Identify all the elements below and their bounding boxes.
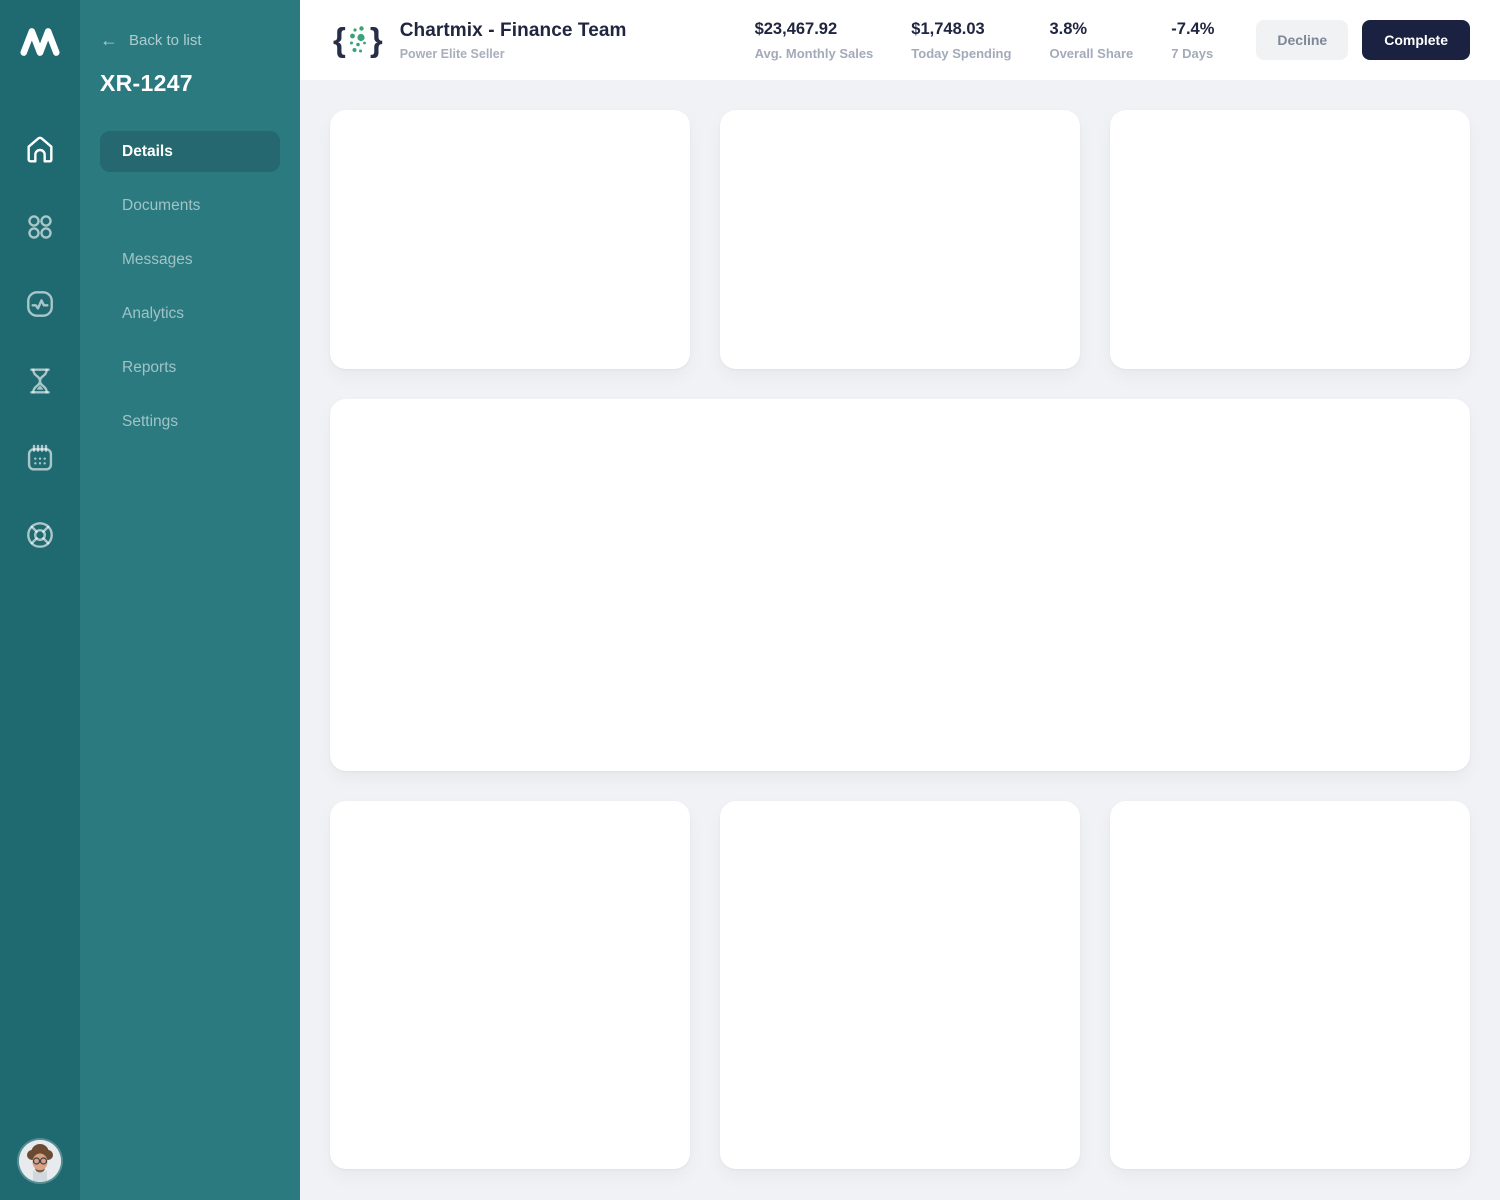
record-id: XR-1247 <box>100 70 193 96</box>
back-to-list-label: Back to list <box>129 31 202 49</box>
stat-value: $23,467.92 <box>754 19 838 38</box>
sidebar-item-settings[interactable]: Settings <box>100 401 280 442</box>
placeholder-card-1 <box>330 110 690 369</box>
sidebar-nav: Details Documents Messages Analytics Rep… <box>100 131 280 455</box>
green-dots-icon <box>349 26 366 53</box>
apps-grid-icon[interactable] <box>24 211 56 243</box>
stat-value: $1,748.03 <box>911 19 985 38</box>
sidebar-item-analytics[interactable]: Analytics <box>100 293 280 334</box>
calendar-icon[interactable] <box>24 442 56 474</box>
sidebar-item-documents[interactable]: Documents <box>100 185 280 226</box>
decline-button[interactable]: Decline <box>1256 20 1349 60</box>
placeholder-card-4 <box>330 801 690 1169</box>
home-icon[interactable] <box>24 134 56 166</box>
user-avatar[interactable] <box>19 1140 61 1182</box>
stat-value: 3.8% <box>1049 19 1088 38</box>
stat-value: -7.4% <box>1171 19 1215 38</box>
placeholder-card-wide <box>330 399 1470 771</box>
arrow-left-icon: ← <box>100 30 118 50</box>
app-window: ← Back to list XR-1247 Details Documents… <box>0 0 1500 1200</box>
stat-label: Today Spending <box>911 45 1012 61</box>
brand-m-logo <box>18 20 62 64</box>
sidebar-item-details[interactable]: Details <box>100 131 280 172</box>
hourglass-icon[interactable] <box>24 365 56 397</box>
header-stats: $23,467.92 Avg. Monthly Sales $1,748.03 … <box>755 20 1215 61</box>
stat-overall-share: 3.8% Overall Share <box>1049 20 1133 61</box>
placeholder-card-2 <box>720 110 1080 369</box>
sidebar-item-messages[interactable]: Messages <box>100 239 280 280</box>
placeholder-card-3 <box>1110 110 1470 369</box>
rail-icon-list <box>24 134 56 551</box>
stat-7-days: -7.4% 7 Days <box>1171 20 1214 61</box>
sidebar-item-reports[interactable]: Reports <box>100 347 280 388</box>
detail-sidebar: ← Back to list XR-1247 Details Documents… <box>80 0 300 1200</box>
back-to-list-link[interactable]: ← Back to list <box>100 31 280 49</box>
page-header: { } Chartmix - Finance Team Power Elite … <box>300 0 1500 80</box>
chartmix-logo: { } <box>333 20 383 60</box>
activity-icon[interactable] <box>24 288 56 320</box>
brace-open: { <box>333 21 346 58</box>
complete-button[interactable]: Complete <box>1362 20 1470 60</box>
main-area: { } Chartmix - Finance Team Power Elite … <box>300 0 1500 1200</box>
icon-rail <box>0 0 80 1200</box>
stat-label: Avg. Monthly Sales <box>754 45 874 61</box>
title-block: Chartmix - Finance Team Power Elite Sell… <box>400 20 627 61</box>
placeholder-card-6 <box>1110 801 1470 1169</box>
life-buoy-icon[interactable] <box>24 519 56 551</box>
stat-avg-monthly-sales: $23,467.92 Avg. Monthly Sales <box>755 20 874 61</box>
card-grid <box>300 80 1500 1200</box>
page-subtitle: Power Elite Seller <box>399 46 505 61</box>
placeholder-card-5 <box>720 801 1080 1169</box>
stat-label: Overall Share <box>1049 45 1134 61</box>
page-title: Chartmix - Finance Team <box>399 19 627 41</box>
header-actions: Decline Complete <box>1256 20 1470 60</box>
stat-label: 7 Days <box>1171 45 1214 61</box>
brace-close: } <box>369 21 383 58</box>
stat-today-spending: $1,748.03 Today Spending <box>911 20 1011 61</box>
